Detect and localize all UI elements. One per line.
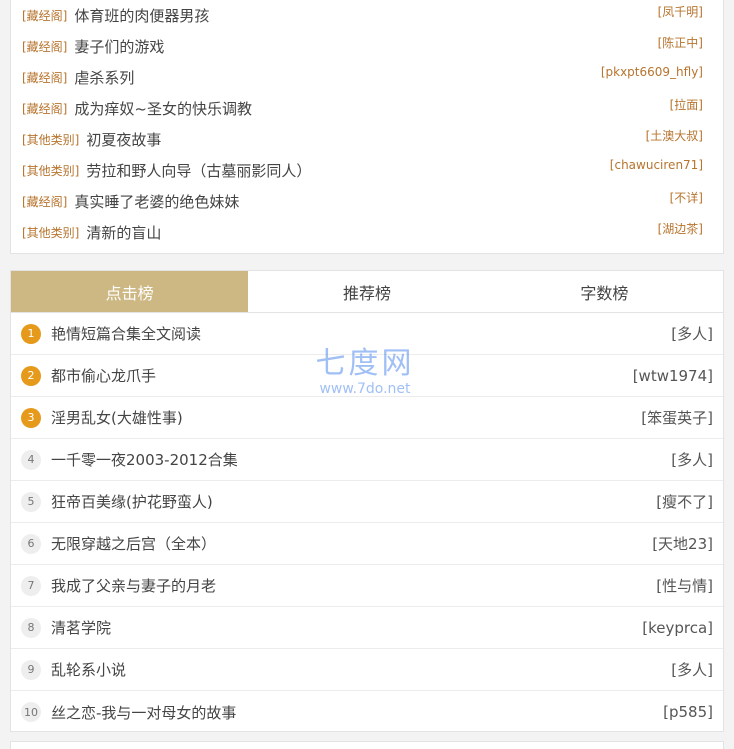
latest-updates-panel: [藏经阁] 体育班的肉便器男孩 [凤千明] [藏经阁] 妻子们的游戏 [陈正中]… (10, 0, 724, 254)
book-title-link[interactable]: 体育班的肉便器男孩 (74, 5, 209, 26)
book-title-link[interactable]: 都市偷心龙爪手 (51, 365, 156, 386)
rank-badge: 1 (21, 323, 41, 344)
list-item[interactable]: [藏经阁] 体育班的肉便器男孩 [凤千明] (11, 0, 723, 31)
book-title-link[interactable]: 狂帝百美缘(护花野蛮人) (51, 491, 213, 512)
rank-badge: 6 (21, 533, 41, 554)
author-link[interactable]: [笨蛋英子] (641, 407, 713, 428)
category-link[interactable]: [藏经阁] (22, 38, 67, 55)
author-link[interactable]: [天地23] (652, 533, 713, 554)
author-link[interactable]: [性与情] (656, 575, 713, 596)
list-item[interactable]: [其他类别] 初夏夜故事 [土澳大叔] (11, 124, 723, 155)
book-title-link[interactable]: 清茗学院 (51, 617, 111, 638)
author-link[interactable]: [p585] (663, 703, 713, 721)
author-link[interactable]: [多人] (671, 323, 713, 344)
book-title-link[interactable]: 丝之恋-我与一对母女的故事 (51, 702, 236, 723)
rank-badge: 10 (21, 702, 41, 722)
table-row[interactable]: 3 淫男乱女(大雄性事) [笨蛋英子] (11, 397, 723, 439)
table-row[interactable]: 2 都市偷心龙爪手 [wtw1974] (11, 355, 723, 397)
list-item[interactable]: [其他类别] 劳拉和野人向导（古墓丽影同人） [chawuciren71] (11, 155, 723, 186)
author-link[interactable]: [湖边茶] (658, 220, 703, 237)
category-link[interactable]: [藏经阁] (22, 69, 67, 86)
latest-updates-list: [藏经阁] 体育班的肉便器男孩 [凤千明] [藏经阁] 妻子们的游戏 [陈正中]… (11, 0, 723, 248)
book-title-link[interactable]: 我成了父亲与妻子的月老 (51, 575, 216, 596)
table-row[interactable]: 4 一千零一夜2003-2012合集 [多人] (11, 439, 723, 481)
table-row[interactable]: 9 乱轮系小说 [多人] (11, 649, 723, 691)
table-row[interactable]: 5 狂帝百美缘(护花野蛮人) [瘦不了] (11, 481, 723, 523)
author-link[interactable]: [拉面] (670, 96, 703, 113)
category-link[interactable]: [其他类别] (22, 224, 79, 241)
category-link[interactable]: [其他类别] (22, 162, 79, 179)
author-link[interactable]: [多人] (671, 449, 713, 470)
next-panel-edge (10, 741, 724, 749)
ranking-panel: 点击榜 推荐榜 字数榜 1 艳情短篇合集全文阅读 [多人] 2 都市偷心龙爪手 … (10, 270, 724, 732)
table-row[interactable]: 10 丝之恋-我与一对母女的故事 [p585] (11, 691, 723, 733)
author-link[interactable]: [多人] (671, 659, 713, 680)
tab-recommend[interactable]: 推荐榜 (248, 271, 485, 312)
book-title-link[interactable]: 淫男乱女(大雄性事) (51, 407, 183, 428)
author-link[interactable]: [不详] (670, 189, 703, 206)
rank-badge: 3 (21, 407, 41, 428)
book-title-link[interactable]: 艳情短篇合集全文阅读 (51, 323, 201, 344)
book-title-link[interactable]: 真实睡了老婆的绝色妹妹 (74, 191, 239, 212)
list-item[interactable]: [藏经阁] 真实睡了老婆的绝色妹妹 [不详] (11, 186, 723, 217)
rank-badge: 9 (21, 659, 41, 680)
author-link[interactable]: [pkxpt6609_hfly] (601, 65, 703, 79)
author-link[interactable]: [土澳大叔] (646, 127, 703, 144)
book-title-link[interactable]: 妻子们的游戏 (74, 36, 164, 57)
author-link[interactable]: [陈正中] (658, 34, 703, 51)
ranking-tabs: 点击榜 推荐榜 字数榜 (11, 271, 723, 313)
author-link[interactable]: [瘦不了] (656, 491, 713, 512)
table-row[interactable]: 6 无限穿越之后宫（全本） [天地23] (11, 523, 723, 565)
tab-clicks[interactable]: 点击榜 (11, 271, 249, 312)
book-title-link[interactable]: 清新的盲山 (86, 222, 161, 243)
category-link[interactable]: [其他类别] (22, 131, 79, 148)
book-title-link[interactable]: 成为痒奴~圣女的快乐调教 (74, 98, 252, 119)
category-link[interactable]: [藏经阁] (22, 7, 67, 24)
author-link[interactable]: [keyprca] (642, 619, 713, 637)
book-title-link[interactable]: 虐杀系列 (74, 67, 134, 88)
category-link[interactable]: [藏经阁] (22, 100, 67, 117)
author-link[interactable]: [凤千明] (658, 3, 703, 20)
rank-badge: 4 (21, 449, 41, 470)
table-row[interactable]: 1 艳情短篇合集全文阅读 [多人] (11, 313, 723, 355)
author-link[interactable]: [wtw1974] (633, 367, 713, 385)
list-item[interactable]: [藏经阁] 妻子们的游戏 [陈正中] (11, 31, 723, 62)
book-title-link[interactable]: 乱轮系小说 (51, 659, 126, 680)
rank-badge: 2 (21, 365, 41, 386)
rank-badge: 5 (21, 491, 41, 512)
book-title-link[interactable]: 初夏夜故事 (86, 129, 161, 150)
rank-badge: 8 (21, 617, 41, 638)
table-row[interactable]: 7 我成了父亲与妻子的月老 [性与情] (11, 565, 723, 607)
rank-badge: 7 (21, 575, 41, 596)
book-title-link[interactable]: 一千零一夜2003-2012合集 (51, 449, 238, 470)
book-title-link[interactable]: 劳拉和野人向导（古墓丽影同人） (86, 160, 311, 181)
list-item[interactable]: [藏经阁] 成为痒奴~圣女的快乐调教 [拉面] (11, 93, 723, 124)
ranking-list: 1 艳情短篇合集全文阅读 [多人] 2 都市偷心龙爪手 [wtw1974] 3 … (11, 313, 723, 733)
book-title-link[interactable]: 无限穿越之后宫（全本） (51, 533, 216, 554)
table-row[interactable]: 8 清茗学院 [keyprca] (11, 607, 723, 649)
category-link[interactable]: [藏经阁] (22, 193, 67, 210)
list-item[interactable]: [藏经阁] 虐杀系列 [pkxpt6609_hfly] (11, 62, 723, 93)
list-item[interactable]: [其他类别] 清新的盲山 [湖边茶] (11, 217, 723, 248)
tab-word-count[interactable]: 字数榜 (486, 271, 723, 312)
author-link[interactable]: [chawuciren71] (610, 158, 703, 172)
